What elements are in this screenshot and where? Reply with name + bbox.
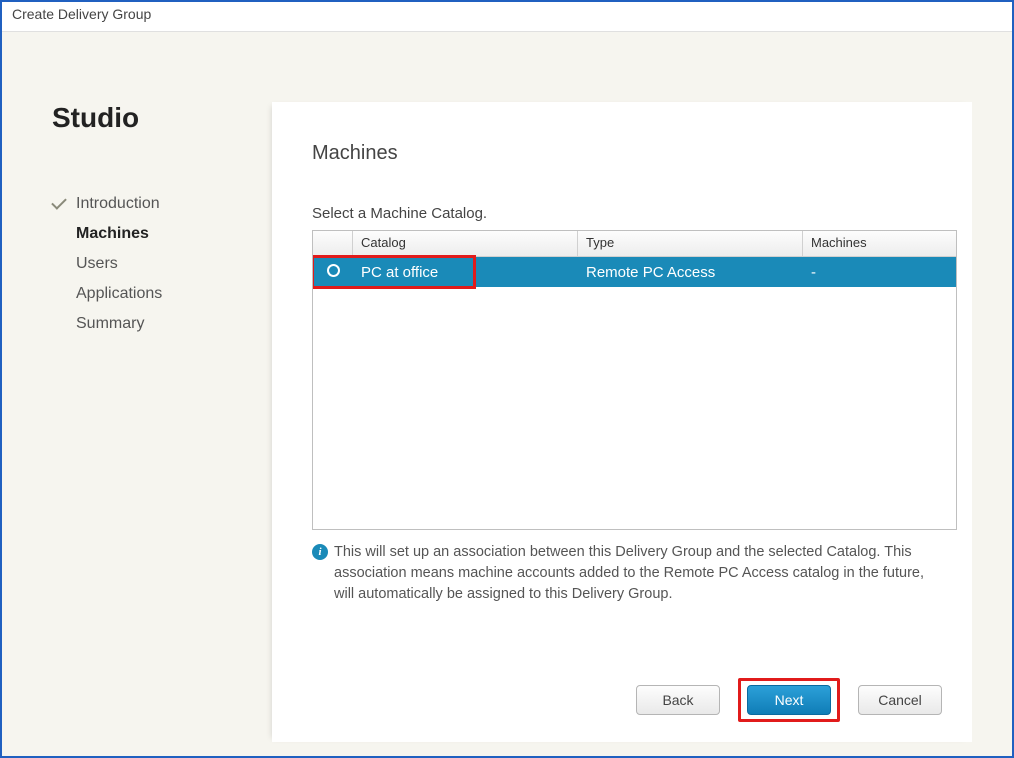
cancel-button[interactable]: Cancel <box>858 685 942 715</box>
catalog-row[interactable]: PC at office Remote PC Access - <box>313 257 956 287</box>
brand-label: Studio <box>52 102 262 134</box>
table-header: Catalog Type Machines <box>313 231 956 257</box>
radio-icon[interactable] <box>327 264 340 277</box>
column-header-machines[interactable]: Machines <box>803 231 956 257</box>
section-label: Select a Machine Catalog. <box>312 205 942 222</box>
page-heading: Machines <box>312 142 942 165</box>
nav-step-label: Introduction <box>76 195 160 212</box>
nav-step-label: Users <box>76 255 118 272</box>
nav-step-label: Summary <box>76 315 144 332</box>
catalog-row-name: PC at office <box>353 264 578 281</box>
nav-step-label: Applications <box>76 285 162 302</box>
info-icon: i <box>312 544 328 560</box>
wizard-body: Studio Introduction Machines Users Appli… <box>2 32 1012 756</box>
highlight-annotation-next: Next <box>738 678 840 722</box>
info-text: This will set up an association between … <box>334 542 942 605</box>
button-row: Back Next Cancel <box>636 678 942 722</box>
catalog-row-machines: - <box>803 264 956 281</box>
wizard-window: Create Delivery Group Studio Introductio… <box>0 0 1014 758</box>
column-header-catalog[interactable]: Catalog <box>353 231 578 257</box>
nav-step-applications[interactable]: Applications <box>52 279 262 309</box>
catalog-row-type: Remote PC Access <box>578 264 803 281</box>
next-button[interactable]: Next <box>747 685 831 715</box>
column-header-type[interactable]: Type <box>578 231 803 257</box>
window-title: Create Delivery Group <box>2 2 1012 32</box>
column-header-radio <box>313 231 353 257</box>
wizard-sidebar: Studio Introduction Machines Users Appli… <box>52 102 262 339</box>
nav-step-introduction[interactable]: Introduction <box>52 189 262 219</box>
catalog-row-radio-cell[interactable] <box>313 264 353 281</box>
main-panel: Machines Select a Machine Catalog. Catal… <box>272 102 972 742</box>
nav-step-machines[interactable]: Machines <box>52 219 262 249</box>
back-button[interactable]: Back <box>636 685 720 715</box>
catalog-table: Catalog Type Machines PC at office Remot… <box>312 230 957 530</box>
nav-step-summary[interactable]: Summary <box>52 309 262 339</box>
info-row: i This will set up an association betwee… <box>312 542 942 605</box>
nav-step-label: Machines <box>76 225 149 242</box>
nav-step-users[interactable]: Users <box>52 249 262 279</box>
